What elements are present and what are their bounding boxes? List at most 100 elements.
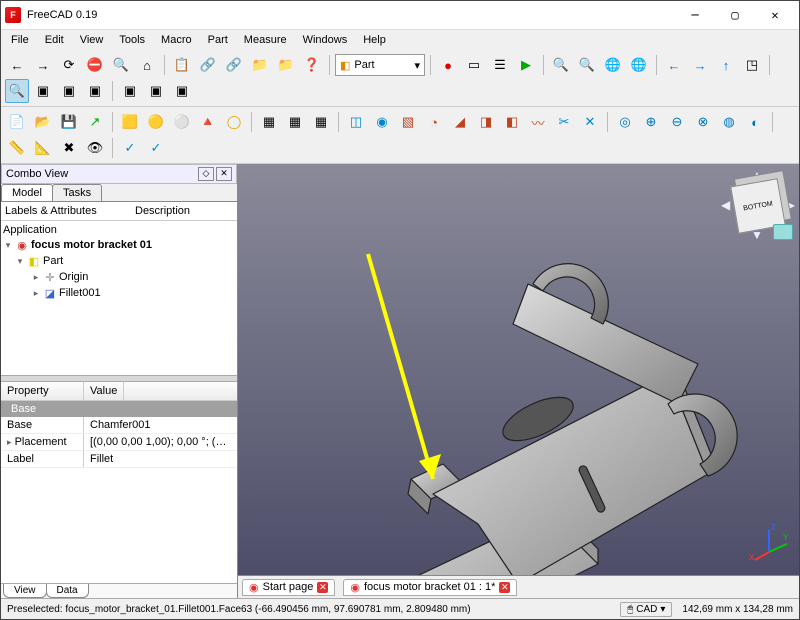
bool-frag-icon[interactable]: ◍ (717, 110, 741, 134)
cross-icon[interactable]: ✕ (578, 110, 602, 134)
macro-play-icon[interactable]: ▶ (514, 53, 538, 77)
splitter[interactable] (1, 375, 237, 382)
prop-group-base[interactable]: Base (1, 401, 237, 417)
navcube-up-icon[interactable]: ▲ (751, 168, 763, 182)
maximize-button[interactable]: ▢ (715, 2, 755, 28)
arrow-right-icon[interactable]: → (688, 53, 712, 77)
tree-fillet[interactable]: ▸ ◪ Fillet001 (3, 285, 235, 301)
prop-row[interactable]: LabelFillet (1, 451, 237, 468)
folder-icon[interactable]: 📁 (248, 53, 272, 77)
menu-edit[interactable]: Edit (37, 32, 72, 48)
menu-tools[interactable]: Tools (111, 32, 153, 48)
view-top-icon[interactable]: ▣ (57, 79, 81, 103)
macro-list-icon[interactable]: ☰ (488, 53, 512, 77)
menu-measure[interactable]: Measure (236, 32, 295, 48)
close-button[interactable]: ✕ (755, 2, 795, 28)
prim-torus-icon[interactable]: ◯ (222, 110, 246, 134)
link-icon[interactable]: 🔗 (196, 53, 220, 77)
minimize-button[interactable]: ─ (675, 2, 715, 28)
clipboard-icon[interactable]: 📋 (170, 53, 194, 77)
extrude-icon[interactable]: ◫ (344, 110, 368, 134)
bool-slice-icon[interactable]: ◐ (743, 110, 767, 134)
open-icon[interactable]: 📂 (31, 110, 55, 134)
workbench-select[interactable]: ◧ Part ▾ (335, 54, 425, 76)
measure-clear-icon[interactable]: ✖ (57, 136, 81, 160)
arrow-left-icon[interactable]: ← (662, 53, 686, 77)
fillet-icon[interactable]: ◔ (422, 110, 446, 134)
prop-row[interactable]: ▸ Placement[(0,00 0,00 1,00); 0,00 °; (0… (1, 434, 237, 451)
export-icon[interactable]: ↗ (83, 110, 107, 134)
menu-file[interactable]: File (3, 32, 37, 48)
draw-style-icon[interactable]: 🌐 (601, 53, 625, 77)
tree-origin[interactable]: ▸ ✛ Origin (3, 269, 235, 285)
tree-app[interactable]: Application (3, 223, 235, 237)
sweep-icon[interactable]: 〰 (526, 110, 550, 134)
bool-cut-icon[interactable]: ⊖ (665, 110, 689, 134)
tab-start-page[interactable]: ◉ Start page ✕ (242, 579, 335, 596)
navcube-left-icon[interactable]: ◀ (721, 198, 730, 212)
panel-float-icon[interactable]: ◇ (198, 167, 214, 181)
mirror-icon[interactable]: ▧ (396, 110, 420, 134)
navcube-config-icon[interactable] (773, 224, 793, 240)
measure-toggle-icon[interactable]: 👁 (83, 136, 107, 160)
view-left-icon[interactable]: ▣ (170, 79, 194, 103)
nav-cube[interactable]: ▲ ▼ ◀ ▶ BOTTOM (723, 170, 793, 240)
menu-macro[interactable]: Macro (153, 32, 200, 48)
view-front-icon[interactable]: ▣ (31, 79, 55, 103)
arrow-up-icon[interactable]: ↑ (714, 53, 738, 77)
model-tree[interactable]: Application ▾ ◉ focus motor bracket 01 ▾… (1, 221, 237, 375)
zoom-select-icon[interactable]: 🔍 (5, 79, 29, 103)
view-rear-icon[interactable]: ▣ (118, 79, 142, 103)
prim-more-icon[interactable]: ▦ (257, 110, 281, 134)
bool-inter-icon[interactable]: ⊗ (691, 110, 715, 134)
defeature-icon[interactable]: ✓ (144, 136, 168, 160)
loft-icon[interactable]: ◧ (500, 110, 524, 134)
expand-icon[interactable]: ▸ (31, 272, 41, 283)
prop-col-value[interactable]: Value (84, 382, 124, 400)
new-doc-icon[interactable]: 📄 (5, 110, 29, 134)
measure-lin-icon[interactable]: 📏 (5, 136, 29, 160)
tree-part[interactable]: ▾ ◧ Part (3, 253, 235, 269)
prim-sphere-icon[interactable]: ⚪ (170, 110, 194, 134)
shapebuilder-icon[interactable]: ▦ (309, 110, 333, 134)
tree-doc[interactable]: ▾ ◉ focus motor bracket 01 (3, 237, 235, 253)
prop-col-property[interactable]: Property (1, 382, 84, 400)
tab-tasks[interactable]: Tasks (52, 184, 102, 201)
prim-cyl-icon[interactable]: 🟡 (144, 110, 168, 134)
nav-style-select[interactable]: 🖱 CAD ▾ (620, 602, 672, 617)
nav-back-icon[interactable]: ← (5, 53, 29, 77)
nav-fwd-icon[interactable]: → (31, 53, 55, 77)
close-tab-icon[interactable]: ✕ (499, 582, 510, 593)
expand-icon[interactable]: ▸ (31, 288, 41, 299)
revolve-icon[interactable]: ◉ (370, 110, 394, 134)
prim-more2-icon[interactable]: ▦ (283, 110, 307, 134)
view-right-icon[interactable]: ▣ (83, 79, 107, 103)
tab-data[interactable]: Data (46, 584, 89, 598)
prop-row[interactable]: BaseChamfer001 (1, 417, 237, 434)
bool1-icon[interactable]: ◎ (613, 110, 637, 134)
close-tab-icon[interactable]: ✕ (317, 582, 328, 593)
macro-record-icon[interactable]: ● (436, 53, 460, 77)
fit-all-icon[interactable]: 🔍 (549, 53, 573, 77)
iso-view-icon[interactable]: ◳ (740, 53, 764, 77)
prim-box-icon[interactable]: 🟨 (118, 110, 142, 134)
macro-stop-icon[interactable]: ▭ (462, 53, 486, 77)
menu-view[interactable]: View (72, 32, 112, 48)
chamfer-icon[interactable]: ◢ (448, 110, 472, 134)
bbox-icon[interactable]: 🌐 (627, 53, 651, 77)
section-icon[interactable]: ✂ (552, 110, 576, 134)
ruled-icon[interactable]: ◨ (474, 110, 498, 134)
folder2-icon[interactable]: 📁 (274, 53, 298, 77)
menu-part[interactable]: Part (200, 32, 236, 48)
3d-viewport[interactable]: ▲ ▼ ◀ ▶ BOTTOM Y X Z ◉ Start page ✕ (238, 164, 799, 598)
bool-union-icon[interactable]: ⊕ (639, 110, 663, 134)
tab-view[interactable]: View (3, 584, 47, 598)
panel-close-icon[interactable]: ✕ (216, 167, 232, 181)
zoom-icon[interactable]: 🔍 (109, 53, 133, 77)
expand-icon[interactable]: ▾ (15, 256, 25, 267)
tab-document[interactable]: ◉ focus motor bracket 01 : 1* ✕ (343, 579, 517, 596)
refresh-icon[interactable]: ⟳ (57, 53, 81, 77)
home-icon[interactable]: ⌂ (135, 53, 159, 77)
prim-cone-icon[interactable]: 🔺 (196, 110, 220, 134)
whatsthis-icon[interactable]: ❓ (300, 53, 324, 77)
